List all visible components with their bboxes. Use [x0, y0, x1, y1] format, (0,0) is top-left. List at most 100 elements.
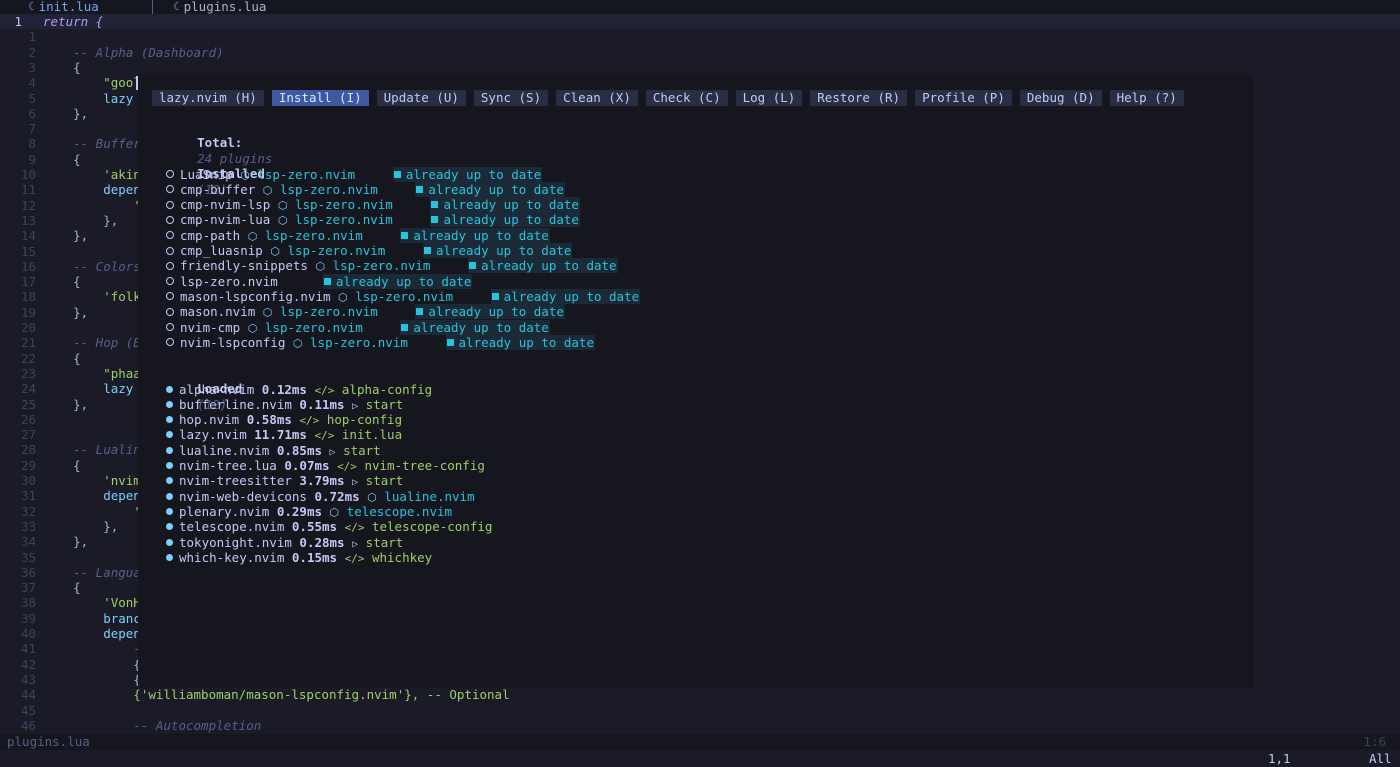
package-icon: ⬡ — [277, 214, 288, 228]
neovim-window: ☾ init.lua ☾ plugins.lua 1 return {1 2 -- … — [0, 0, 1400, 767]
loaded-dot-icon — [166, 538, 173, 546]
lazy-button-help[interactable]: Help (?) — [1109, 90, 1184, 106]
code-text: }, — [43, 396, 89, 412]
package-icon: ⬡ — [277, 199, 288, 213]
code-text: -- Buffer — [43, 136, 141, 152]
loaded-by: nvim-tree-config — [364, 458, 485, 473]
code-line[interactable]: 45 — [0, 703, 1400, 718]
installed-plugin-row[interactable]: LuaSnip ⬡ lsp-zero.nvim already up to da… — [166, 166, 543, 182]
code-line[interactable]: 1 — [0, 29, 1400, 44]
loaded-plugin-row[interactable]: plenary.nvim 0.29ms ⬡ telescope.nvim — [166, 504, 452, 519]
package-icon: ⬡ — [367, 490, 377, 504]
code-line[interactable]: 1 return { — [0, 14, 1400, 30]
status-text: already up to date — [413, 227, 549, 243]
loaded-dot-icon — [166, 385, 173, 393]
command-line[interactable]: 1,1 All — [0, 750, 1400, 767]
loaded-plugin-row[interactable]: alpha-nvim 0.12ms </> alpha-config — [166, 382, 432, 397]
start-icon: ▷ — [352, 538, 359, 550]
code-text: 'akin — [43, 167, 141, 182]
loaded-plugin-row[interactable]: nvim-treesitter 3.79ms ▷ start — [166, 473, 403, 488]
code-text: lazy — [43, 381, 134, 397]
line-number: 31 — [20, 488, 36, 504]
loaded-plugin-row[interactable]: telescope.nvim 0.55ms </> telescope-conf… — [166, 519, 492, 534]
code-text: }, — [43, 228, 89, 244]
line-number: 42 — [20, 656, 36, 672]
code-line[interactable]: 3 { — [0, 60, 1400, 75]
line-number: 21 — [20, 335, 36, 351]
lazy-button-log[interactable]: Log (L) — [735, 90, 803, 106]
loaded-dot-icon — [166, 507, 173, 515]
lazy-button-lazynvim[interactable]: lazy.nvim (H) — [152, 90, 264, 106]
line-number: 41 — [20, 641, 36, 657]
line-number: 5 — [28, 90, 36, 106]
plugin-name: nvim-cmp — [180, 319, 241, 335]
lazy-plugin-manager-window: lazy.nvim (H) Install (I) Update (U) Sync (… — [138, 75, 1253, 688]
lazy-button-restore[interactable]: Restore (R) — [810, 90, 908, 106]
status-square-icon — [324, 277, 331, 285]
code-line[interactable]: 46 -- Autocompletion — [0, 718, 1400, 733]
line-number: 18 — [20, 289, 36, 305]
lazy-button-update[interactable]: Update (U) — [376, 90, 466, 106]
loaded-by: telescope.nvim — [346, 503, 453, 519]
installed-plugin-row[interactable]: friendly-snippets ⬡ lsp-zero.nvim alread… — [166, 258, 618, 274]
tab-plugins-lua[interactable]: ☾ plugins.lua — [153, 0, 266, 14]
tab-init-lua[interactable]: ☾ init.lua — [0, 0, 153, 14]
lazy-button-check[interactable]: Check (C) — [645, 90, 728, 106]
status-square-icon — [401, 231, 409, 239]
loaded-plugin-row[interactable]: tokyonight.nvim 0.28ms ▷ start — [166, 535, 403, 550]
loaded-plugin-row[interactable]: nvim-web-devicons 0.72ms ⬡ lualine.nvim — [166, 489, 475, 504]
lazy-command-bar: lazy.nvim (H) Install (I) Update (U) Sync (… — [152, 90, 1192, 106]
code-line[interactable]: 44 {'williamboman/mason-lspconfig.nvim'}… — [0, 687, 1400, 702]
plugin-name: LuaSnip — [180, 166, 233, 182]
line-number: 19 — [20, 304, 36, 320]
code-text: }, — [43, 105, 89, 121]
plugin-source: lsp-zero.nvim — [279, 304, 378, 320]
plugin-name: lualine.nvim — [179, 442, 270, 458]
line-number: 26 — [20, 411, 36, 427]
installed-plugin-row[interactable]: cmp-buffer ⬡ lsp-zero.nvim already up to… — [166, 181, 565, 197]
installed-plugin-row[interactable]: cmp-nvim-lsp ⬡ lsp-zero.nvim already up … — [166, 197, 580, 213]
code-text: lazy — [43, 90, 134, 106]
loaded-plugin-row[interactable]: lazy.nvim 11.71ms </> init.lua — [166, 427, 402, 442]
installed-circle-icon — [166, 200, 174, 209]
lazy-button-sync[interactable]: Sync (S) — [473, 90, 549, 106]
loaded-by: lualine.nvim — [384, 488, 475, 504]
installed-plugin-row[interactable]: cmp_luasnip ⬡ lsp-zero.nvim already up t… — [166, 243, 573, 258]
installed-plugin-row[interactable]: mason.nvim ⬡ lsp-zero.nvim already up to… — [166, 304, 565, 320]
status-message: already up to date — [415, 181, 565, 197]
plugin-source: lsp-zero.nvim — [257, 166, 356, 182]
status-square-icon — [393, 170, 401, 178]
installed-plugin-row[interactable]: mason-lspconfig.nvim ⬡ lsp-zero.nvim alr… — [166, 288, 641, 304]
lazy-button-debug[interactable]: Debug (D) — [1019, 90, 1102, 106]
code-line[interactable]: 2 -- Alpha (Dashboard) — [0, 45, 1400, 60]
loaded-plugin-row[interactable]: bufferline.nvim 0.11ms ▷ start — [166, 397, 403, 412]
status-message: already up to date — [422, 243, 573, 258]
installed-plugin-row[interactable]: nvim-lspconfig ⬡ lsp-zero.nvim already u… — [166, 334, 595, 350]
installed-plugin-row[interactable]: lsp-zero.nvim already up to date — [166, 273, 473, 289]
loaded-plugin-row[interactable]: lualine.nvim 0.85ms ▷ start — [166, 443, 381, 458]
lazy-button-install[interactable]: Install (I) — [271, 90, 369, 106]
installed-plugin-row[interactable]: cmp-nvim-lua ⬡ lsp-zero.nvim already up … — [166, 212, 580, 228]
installed-plugin-row[interactable]: cmp-path ⬡ lsp-zero.nvim already up to d… — [166, 227, 550, 243]
plugin-name: mason.nvim — [180, 304, 256, 320]
status-message: already up to date — [323, 273, 473, 289]
config-icon: </> — [344, 551, 365, 565]
loaded-by: whichkey — [371, 549, 433, 565]
lazy-button-clean[interactable]: Clean (X) — [556, 90, 638, 106]
line-number: 16 — [20, 258, 36, 274]
code-text: { — [43, 59, 81, 75]
line-number: 24 — [20, 381, 36, 397]
loaded-plugin-row[interactable]: nvim-tree.lua 0.07ms </> nvim-tree-confi… — [166, 458, 485, 473]
installed-plugin-row[interactable]: nvim-cmp ⬡ lsp-zero.nvim already up to d… — [166, 319, 550, 335]
loaded-plugin-row[interactable]: hop.nvim 0.58ms </> hop-config — [166, 412, 402, 427]
code-text: }, — [43, 212, 119, 228]
plugin-source: lsp-zero.nvim — [264, 319, 363, 335]
line-number: 10 — [20, 167, 36, 182]
lazy-button-profile[interactable]: Profile (P) — [915, 90, 1012, 106]
code-text: { — [43, 580, 81, 596]
loaded-plugin-row[interactable]: which-key.nvim 0.15ms </> whichkey — [166, 550, 432, 565]
config-icon: </> — [314, 429, 335, 443]
installed-circle-icon — [166, 215, 174, 224]
installed-circle-icon — [166, 277, 174, 286]
plugin-name: cmp-buffer — [180, 181, 256, 197]
